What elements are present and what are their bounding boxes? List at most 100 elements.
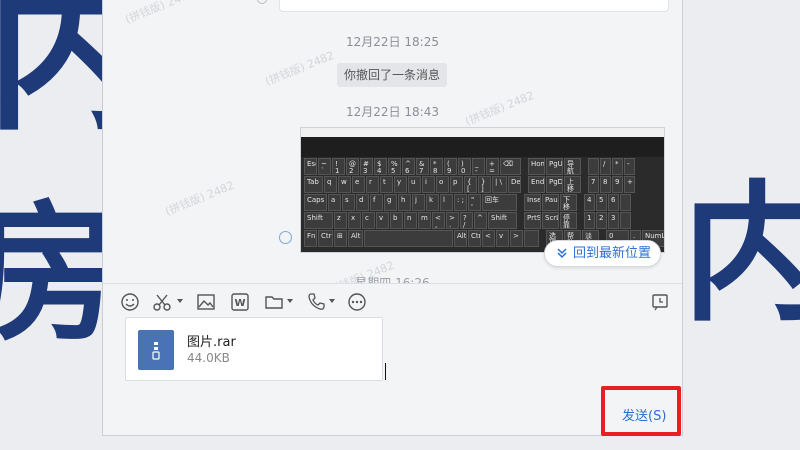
chevron-down-icon[interactable] bbox=[287, 299, 293, 303]
keyboard-key: Caps bbox=[304, 194, 327, 211]
keyboard-key: k bbox=[426, 194, 439, 211]
keyboard-key: v bbox=[496, 230, 509, 247]
timestamp-partial: 星期四 16:26 bbox=[355, 276, 430, 283]
previous-message-bubble[interactable] bbox=[279, 0, 669, 12]
keyboard-key: Tab bbox=[304, 176, 323, 193]
phone-icon[interactable] bbox=[306, 292, 326, 312]
back-to-latest-label: 回到最新位置 bbox=[573, 246, 652, 261]
keyboard-key: ⌫ bbox=[500, 158, 521, 175]
keyboard-key: n bbox=[404, 212, 417, 229]
keyboard-key: 9 bbox=[612, 176, 623, 193]
keyboard-key: 7 bbox=[588, 176, 599, 193]
keyboard-key: ! 1 bbox=[332, 158, 345, 175]
text-caret bbox=[385, 363, 386, 380]
keyboard-key: * 8 bbox=[430, 158, 443, 175]
keyboard-key: _ - bbox=[472, 158, 485, 175]
keyboard-key: 回车 bbox=[482, 194, 517, 211]
back-to-latest-button[interactable]: 回到最新位置 bbox=[544, 240, 661, 267]
keyboard-key: : ; bbox=[454, 194, 467, 211]
keyboard-key: ) 0 bbox=[458, 158, 471, 175]
keyboard-key bbox=[364, 230, 453, 247]
chevron-down-icon[interactable] bbox=[177, 299, 183, 303]
keyboard-key: ^ 6 bbox=[402, 158, 415, 175]
keyboard-key: 4 bbox=[584, 194, 595, 211]
keyboard-key: 3 bbox=[608, 212, 619, 229]
keyboard-key: r bbox=[366, 176, 379, 193]
keyboard-key: @ 2 bbox=[346, 158, 359, 175]
highlight-box bbox=[601, 386, 681, 436]
attachment-name: 图片.rar bbox=[187, 335, 236, 350]
keyboard-key: Del bbox=[508, 176, 521, 193]
keyboard-key: Fn bbox=[304, 230, 317, 247]
scissors-icon[interactable] bbox=[152, 292, 172, 312]
keyboard-key: v bbox=[376, 212, 389, 229]
keyboard-key: / bbox=[600, 158, 611, 175]
keyboard-key: ? / bbox=[460, 212, 473, 229]
keyboard-key: ( 9 bbox=[444, 158, 457, 175]
chevron-down-icon[interactable] bbox=[329, 299, 335, 303]
poster-glyph: 内 bbox=[682, 168, 800, 342]
read-status-circle bbox=[257, 0, 267, 4]
keyboard-key: { [ bbox=[464, 176, 477, 193]
keyboard-key: ^ bbox=[474, 212, 487, 229]
keyboard-key: o bbox=[436, 176, 449, 193]
timestamp: 12月22日 18:25 bbox=[346, 35, 439, 49]
keyboard-key: 5 bbox=[596, 194, 607, 211]
keyboard-key bbox=[620, 212, 631, 229]
keyboard-key: ScrLk bbox=[542, 212, 559, 229]
keyboard-key: 停靠 bbox=[560, 212, 577, 229]
keyboard-key: f bbox=[370, 194, 383, 211]
smile-icon[interactable] bbox=[120, 292, 140, 312]
screenshot-titlebar bbox=[301, 128, 664, 137]
word-doc-icon[interactable]: W bbox=[230, 292, 250, 312]
keyboard-key: Shift bbox=[304, 212, 333, 229]
keyboard-key: $ 4 bbox=[374, 158, 387, 175]
keyboard-key: 上移 bbox=[564, 176, 581, 193]
keyboard-key: 1 bbox=[584, 212, 595, 229]
attachment-size: 44.0KB bbox=[187, 351, 230, 365]
timestamp: 12月22日 18:43 bbox=[346, 105, 439, 119]
keyboard-key: b bbox=[390, 212, 403, 229]
keyboard-key: 8 bbox=[600, 176, 611, 193]
keyboard-key: Ctrl bbox=[468, 230, 481, 247]
svg-text:W: W bbox=[234, 298, 245, 309]
watermark: (拼钱版) 2482 bbox=[263, 48, 337, 89]
double-chevron-down-icon bbox=[557, 248, 567, 259]
keyboard-key: Shift bbox=[488, 212, 517, 229]
keyboard-key: - bbox=[624, 158, 635, 175]
keyboard-key bbox=[588, 158, 599, 175]
keyboard-key bbox=[620, 194, 631, 211]
attachment-card[interactable]: 图片.rar 44.0KB bbox=[125, 317, 383, 381]
keyboard-key: l bbox=[440, 194, 453, 211]
keyboard-key: | \ bbox=[492, 176, 507, 193]
history-icon[interactable] bbox=[650, 292, 670, 312]
keyboard-key: i bbox=[422, 176, 435, 193]
keyboard-key: Pause bbox=[542, 194, 559, 211]
image-icon[interactable] bbox=[196, 292, 216, 312]
keyboard-screenshot-image[interactable]: Esc~ `! 1@ 2# 3$ 4% 5^ 6& 7* 8( 9) 0_ -+… bbox=[300, 127, 665, 253]
keyboard-key: & 7 bbox=[416, 158, 429, 175]
message-list[interactable]: (拼钱版) 2482 (拼钱版) 2482 (拼钱版) 2482 (拼钱版) 2… bbox=[103, 0, 682, 283]
more-icon[interactable] bbox=[347, 292, 367, 312]
keyboard-key: 2 bbox=[596, 212, 607, 229]
read-status-circle bbox=[279, 231, 292, 244]
on-screen-keyboard: Esc~ `! 1@ 2# 3$ 4% 5^ 6& 7* 8( 9) 0_ -+… bbox=[304, 158, 664, 249]
keyboard-key: End bbox=[528, 176, 545, 193]
keyboard-key: } ] bbox=[478, 176, 491, 193]
keyboard-key: z bbox=[334, 212, 347, 229]
chat-window: (拼钱版) 2482 (拼钱版) 2482 (拼钱版) 2482 (拼钱版) 2… bbox=[102, 0, 683, 436]
keyboard-key: j bbox=[412, 194, 425, 211]
input-toolbar: W bbox=[103, 284, 682, 318]
keyboard-key: % 5 bbox=[388, 158, 401, 175]
keyboard-key: > bbox=[510, 230, 523, 247]
keyboard-key: PgUp bbox=[546, 158, 563, 175]
keyboard-key: " ' bbox=[468, 194, 481, 211]
keyboard-key: p bbox=[450, 176, 463, 193]
folder-icon[interactable] bbox=[264, 292, 284, 312]
keyboard-key: < bbox=[482, 230, 495, 247]
keyboard-key: Ctrl bbox=[318, 230, 333, 247]
keyboard-key: ⊞ bbox=[334, 230, 347, 247]
keyboard-key: q bbox=[324, 176, 337, 193]
keyboard-key: Esc bbox=[304, 158, 317, 175]
keyboard-key: > . bbox=[446, 212, 459, 229]
